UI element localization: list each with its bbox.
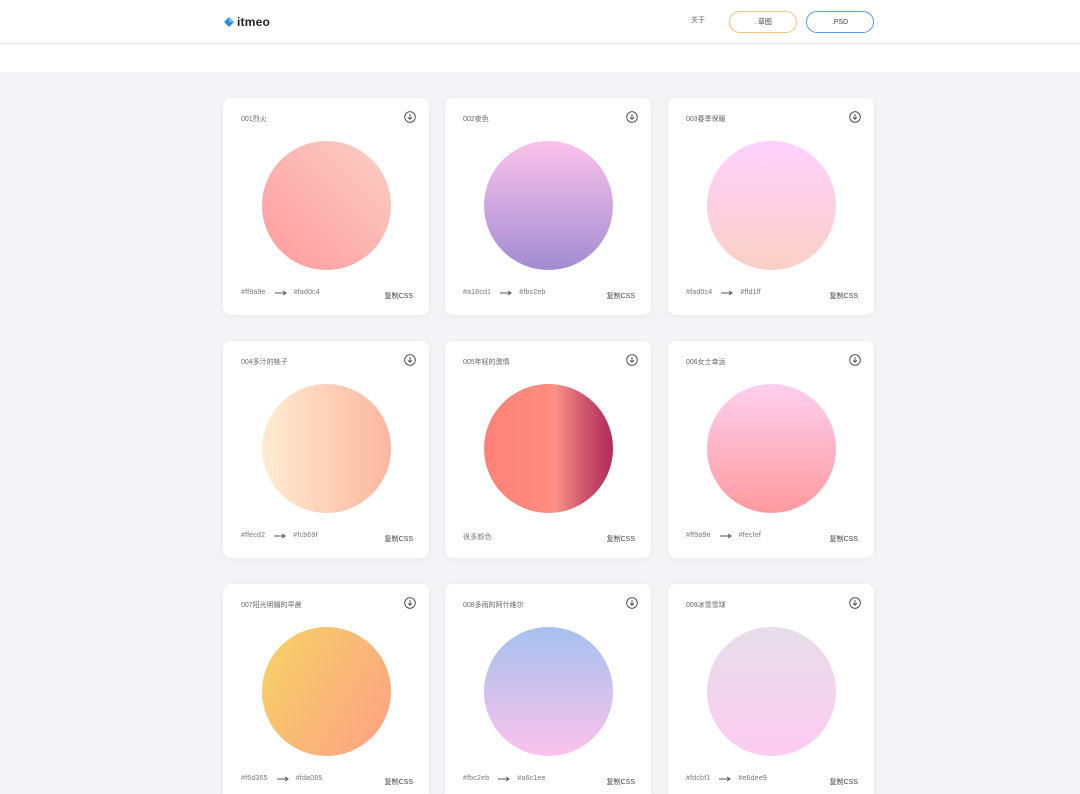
gradient-codes: #ff9a9e #fad0c4: [241, 289, 320, 296]
copy-css-button[interactable]: 复制CSS: [385, 777, 413, 787]
color-code-from: #fdcbf1: [686, 775, 711, 782]
gradient-card: 002夜色 #a18cd1 #fbc2eb 复制CSS: [445, 98, 651, 315]
gradient-card: 009冰雪雪球 #fdcbf1 #e6dee9 复制CSS: [668, 584, 874, 794]
copy-css-button[interactable]: 复制CSS: [385, 534, 413, 544]
download-icon[interactable]: [404, 354, 416, 366]
gradient-card: 001烈火 #ff9a9e #fad0c4 复制CSS: [223, 98, 429, 315]
gradient-title: 009冰雪雪球: [686, 602, 726, 609]
logo-mark-icon: [224, 17, 234, 27]
nav-about-link[interactable]: 关于: [691, 15, 705, 25]
download-icon[interactable]: [849, 597, 861, 609]
copy-css-button[interactable]: 复制CSS: [385, 291, 413, 301]
gradient-title: 007阳光明媚的早晨: [241, 602, 302, 609]
gradient-preview: [262, 384, 391, 513]
copy-css-button[interactable]: 复制CSS: [830, 777, 858, 787]
gradient-preview: [707, 141, 836, 270]
gradient-card: 003春季保暖 #fad0c4 #ffd1ff 复制CSS: [668, 98, 874, 315]
color-code-to: #a6c1ee: [517, 775, 546, 782]
color-code-to: #fda085: [295, 775, 323, 782]
download-icon[interactable]: [626, 597, 638, 609]
copy-css-button[interactable]: 复制CSS: [607, 291, 635, 301]
color-code-to: #ffd1ff: [740, 289, 761, 296]
arrow-right-icon: [498, 776, 511, 782]
gradient-preview: [262, 141, 391, 270]
logo[interactable]: itmeo: [224, 13, 270, 31]
gradient-preview: [262, 627, 391, 756]
color-code-from: #fad0c4: [686, 289, 713, 296]
color-code-from: #f6d365: [241, 775, 268, 782]
copy-css-button[interactable]: 复制CSS: [830, 534, 858, 544]
gradient-card: 008多雨的阿什维尔 #fbc2eb #a6c1ee 复制CSS: [445, 584, 651, 794]
sketch-download-button[interactable]: . 草图: [729, 11, 797, 33]
arrow-right-icon: [721, 290, 734, 296]
copy-css-button[interactable]: 复制CSS: [830, 291, 858, 301]
download-icon[interactable]: [404, 597, 416, 609]
download-icon[interactable]: [849, 354, 861, 366]
color-code-to: #fcb69f: [293, 532, 318, 539]
color-code-to: #fecfef: [738, 532, 762, 539]
gradient-title: 004多汁的桃子: [241, 359, 288, 366]
arrow-right-icon: [274, 533, 287, 539]
download-icon[interactable]: [849, 111, 861, 123]
gradient-codes: #a18cd1 #fbc2eb: [463, 289, 546, 296]
psd-download-button[interactable]: .PSD: [806, 11, 874, 33]
gradient-preview: [707, 384, 836, 513]
multi-color-label: 很多颜色: [463, 534, 492, 541]
gradient-preview: [484, 627, 613, 756]
copy-css-button[interactable]: 复制CSS: [607, 534, 635, 544]
gradient-preview: [707, 627, 836, 756]
gradient-codes: #fad0c4 #ffd1ff: [686, 289, 761, 296]
color-code-from: #fbc2eb: [463, 775, 490, 782]
gradient-codes: 很多颜色: [463, 532, 492, 542]
arrow-right-icon: [274, 290, 287, 296]
top-header: itmeo 关于 . 草图 .PSD: [0, 0, 1080, 44]
copy-css-button[interactable]: 复制CSS: [607, 777, 635, 787]
color-code-to: #e6dee9: [738, 775, 768, 782]
gradient-title: 003春季保暖: [686, 116, 726, 123]
gradient-preview: [484, 384, 613, 513]
color-code-from: #ff9a9e: [241, 289, 266, 296]
gradient-card: 007阳光明媚的早晨 #f6d365 #fda085 复制CSS: [223, 584, 429, 794]
arrow-right-icon: [500, 290, 513, 296]
logo-text: itmeo: [237, 15, 271, 29]
color-code-from: #a18cd1: [463, 289, 492, 296]
color-code-from: #ffecd2: [241, 532, 266, 539]
gradient-codes: #fbc2eb #a6c1ee: [463, 775, 546, 782]
gradient-card: 004多汁的桃子 #ffecd2 #fcb69f 复制CSS: [223, 341, 429, 558]
gradient-card: 006女士幸运 #ff9a9e #fecfef 复制CSS: [668, 341, 874, 558]
gradient-codes: #ffecd2 #fcb69f: [241, 532, 318, 539]
gradient-codes: #f6d365 #fda085: [241, 775, 322, 782]
arrow-right-icon: [719, 776, 732, 782]
gradient-codes: #fdcbf1 #e6dee9: [686, 775, 767, 782]
gradient-preview: [484, 141, 613, 270]
gradient-title: 001烈火: [241, 116, 267, 123]
gradient-title: 006女士幸运: [686, 359, 726, 366]
download-icon[interactable]: [626, 354, 638, 366]
download-icon[interactable]: [404, 111, 416, 123]
gradient-codes: #ff9a9e #fecfef: [686, 532, 761, 539]
gradient-card: 005年轻的激情 很多颜色 复制CSS: [445, 341, 651, 558]
gradient-title: 002夜色: [463, 116, 489, 123]
header-spacer: [0, 45, 1080, 72]
gradient-title: 005年轻的激情: [463, 359, 510, 366]
gradient-title: 008多雨的阿什维尔: [463, 602, 524, 609]
color-code-from: #ff9a9e: [686, 532, 711, 539]
color-code-to: #fbc2eb: [519, 289, 546, 296]
download-icon[interactable]: [626, 111, 638, 123]
color-code-to: #fad0c4: [293, 289, 320, 296]
arrow-right-icon: [276, 776, 289, 782]
arrow-right-icon: [719, 533, 732, 539]
